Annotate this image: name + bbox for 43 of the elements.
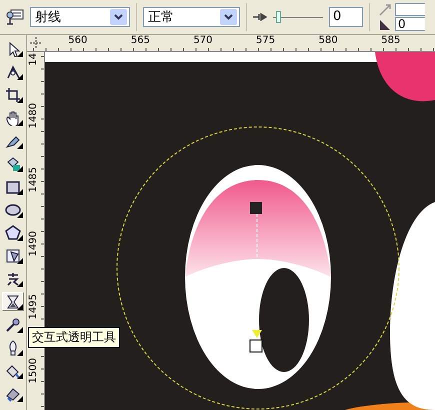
object-properties-icon[interactable] [6, 8, 24, 26]
transparency-icon [253, 13, 267, 21]
tool-icon [5, 224, 21, 240]
slider-value-field[interactable]: 0 [329, 7, 363, 27]
tool-icon [5, 248, 21, 264]
ruler-label: 1480 [28, 103, 39, 129]
blob-shape [375, 52, 435, 102]
tool-icon [5, 316, 21, 332]
transparency-vector-handle[interactable] [249, 202, 265, 352]
angle-value-field[interactable]: 0 [395, 17, 425, 31]
tool-icon [5, 386, 21, 402]
tool-icon [5, 86, 21, 102]
tool-icon [5, 64, 21, 80]
ruler-label: 565 [130, 35, 150, 46]
chevron-down-icon [224, 14, 233, 20]
ruler-label: 1500 [28, 358, 39, 384]
tool-icon [5, 202, 21, 218]
ruler-label: 1485 [28, 166, 39, 192]
tool-button[interactable] [2, 223, 24, 242]
tool-icon [5, 270, 21, 286]
ruler-origin-icon[interactable] [30, 37, 42, 49]
ruler-label: 1490 [28, 230, 39, 256]
input-field[interactable] [395, 3, 425, 16]
ruler-label: 570 [193, 35, 213, 46]
tool-icon [5, 110, 21, 126]
ruler-label: 580 [318, 35, 338, 46]
ruler-label: 1495 [28, 294, 39, 320]
ruler-label: 560 [68, 35, 88, 46]
fill-type-dropdown[interactable]: 射线 [30, 7, 130, 27]
tool-button[interactable] [2, 292, 24, 311]
tool-icon [5, 178, 21, 194]
angle-icon [378, 3, 392, 31]
chevron-down-icon [114, 14, 123, 20]
tooltip: 交互式透明工具 [28, 327, 120, 348]
ruler-label: 14 [28, 53, 39, 66]
ruler-label: 585 [381, 35, 400, 46]
merge-mode-dropdown[interactable]: 正常 [143, 7, 240, 27]
slider-thumb[interactable] [276, 11, 281, 23]
tool-icon [5, 362, 21, 378]
ruler-label: 575 [256, 35, 276, 46]
transparency-slider[interactable] [273, 10, 323, 24]
tool-icon [5, 156, 21, 172]
tool-icon [5, 294, 21, 310]
